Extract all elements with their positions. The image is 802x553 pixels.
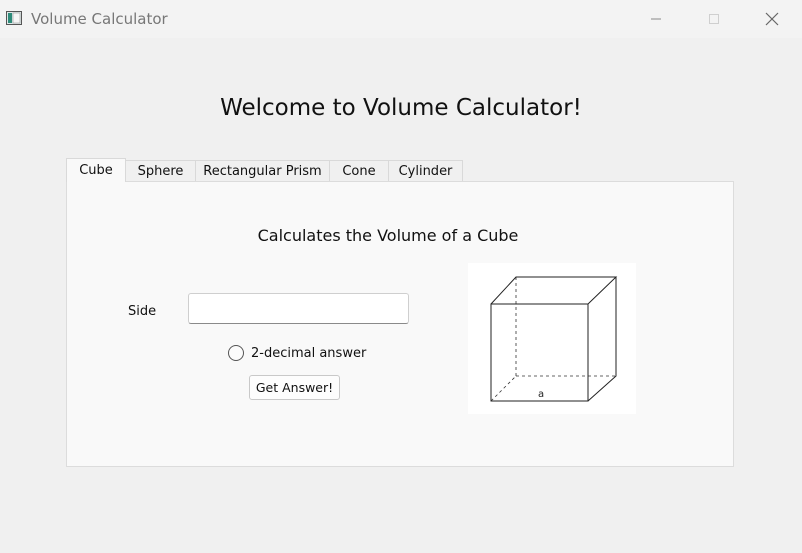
cube-panel: Calculates the Volume of a Cube Side 2-d… — [66, 181, 734, 467]
close-icon — [765, 12, 779, 26]
two-decimal-radio[interactable] — [228, 345, 244, 361]
side-label: Side — [128, 304, 157, 319]
window-title: Volume Calculator — [31, 10, 168, 28]
tab-cylinder[interactable]: Cylinder — [389, 160, 463, 182]
two-decimal-radio-label[interactable]: 2-decimal answer — [251, 346, 366, 361]
tab-cone[interactable]: Cone — [330, 160, 389, 182]
tab-rectangular-prism[interactable]: Rectangular Prism — [196, 160, 330, 182]
maximize-button[interactable] — [685, 0, 743, 38]
cube-diagram: a — [468, 263, 636, 414]
tab-bar: Cube Sphere Rectangular Prism Cone Cylin… — [66, 158, 463, 182]
app-window-icon — [6, 11, 22, 25]
title-bar[interactable]: Volume Calculator — [0, 0, 802, 38]
side-input[interactable] — [188, 293, 409, 324]
maximize-icon — [709, 14, 719, 24]
close-button[interactable] — [743, 0, 801, 38]
get-answer-button[interactable]: Get Answer! — [249, 375, 340, 400]
panel-heading: Calculates the Volume of a Cube — [257, 226, 519, 245]
tab-sphere[interactable]: Sphere — [126, 160, 196, 182]
cube-illustration: a — [490, 276, 618, 402]
minimize-button[interactable] — [627, 0, 685, 38]
welcome-heading: Welcome to Volume Calculator! — [220, 95, 582, 121]
tab-cube[interactable]: Cube — [66, 158, 126, 182]
cube-side-label: a — [538, 389, 544, 400]
app-window: Volume Calculator Welcome to Volume Calc… — [0, 0, 802, 553]
minimize-icon — [651, 18, 661, 20]
